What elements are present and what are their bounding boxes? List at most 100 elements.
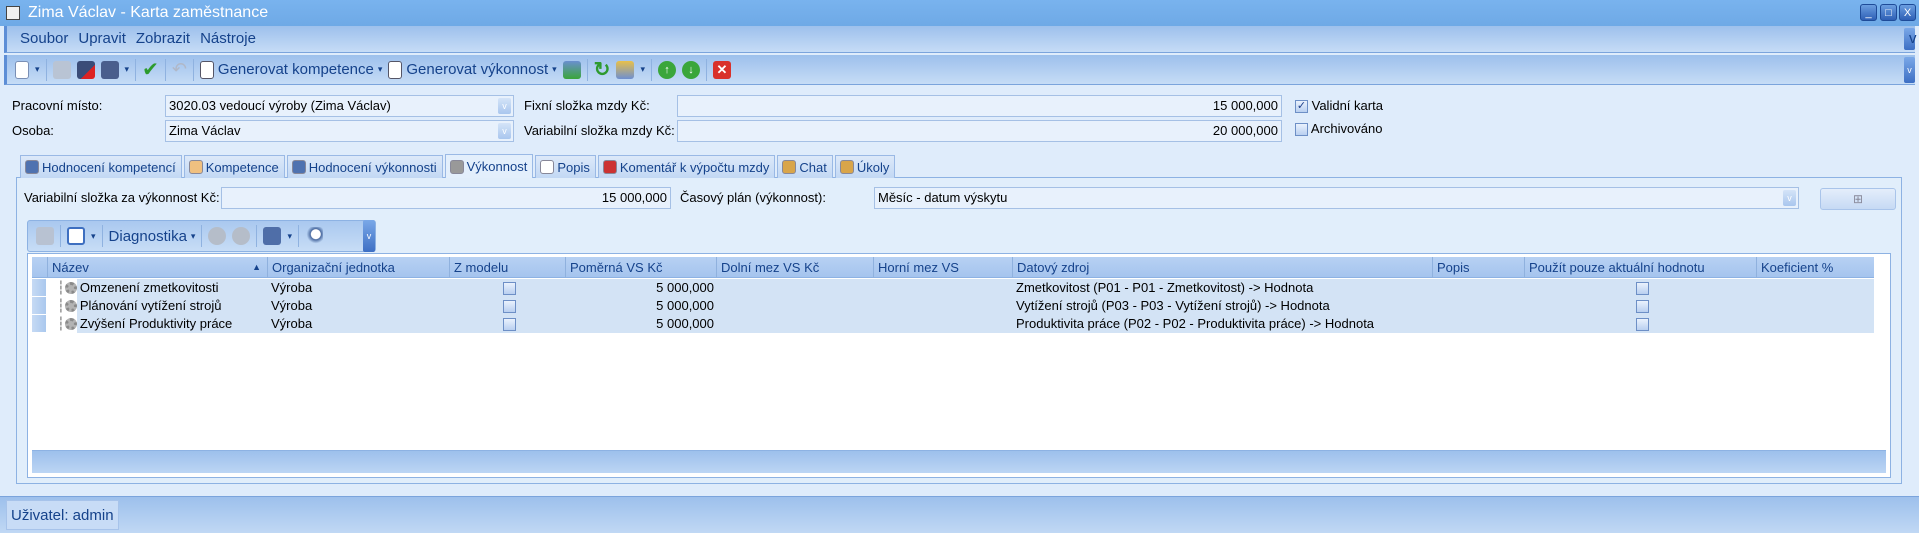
toolbar-overflow-button[interactable]: v [1904, 57, 1915, 83]
arrow-down-icon[interactable] [232, 227, 251, 245]
checkbox-icon[interactable] [502, 282, 516, 296]
time-plan-label: Časový plán (výkonnost): [680, 190, 826, 205]
list-icon [199, 60, 214, 79]
column-header[interactable]: Použít pouze aktuální hodnotu [1524, 257, 1756, 278]
column-header[interactable]: Organizační jednotka [267, 257, 449, 278]
tree-line: ┆ [57, 316, 65, 331]
header-row-selector [32, 257, 47, 278]
valid-card-checkbox[interactable]: ✓ Validní karta [1295, 95, 1383, 117]
tab-1[interactable]: Kompetence [183, 155, 285, 178]
tree-view-button[interactable]: ⊞ [1820, 188, 1896, 210]
generate-competence-button[interactable]: Generovat kompetence ▾ [199, 60, 382, 79]
print-icon[interactable] [263, 227, 282, 245]
tab-4[interactable]: Popis [535, 155, 596, 178]
column-header[interactable]: Popis [1432, 257, 1524, 278]
grid-icon[interactable] [36, 227, 54, 245]
menu-zobrazit[interactable]: Zobrazit [131, 26, 195, 52]
hand-icon [188, 160, 203, 174]
new-icon[interactable] [15, 60, 29, 79]
time-plan-combo[interactable]: Měsíc - datum výskytu v [874, 187, 1799, 209]
checkbox-icon[interactable] [1635, 282, 1649, 296]
cell-current_only [1524, 315, 1756, 333]
cell-from_model [449, 279, 565, 297]
diagnostics-button[interactable]: Diagnostika ▾ [109, 228, 196, 245]
tab-6[interactable]: Chat [777, 155, 833, 178]
checkbox-icon[interactable] [1635, 300, 1649, 314]
menu-nastroje[interactable]: Nástroje [195, 26, 261, 52]
table-row[interactable]: ┆ Zvýšení Produktivity práce Výroba 5 000,0… [32, 315, 1874, 333]
checkbox-icon[interactable] [502, 300, 516, 314]
column-header[interactable]: Poměrná VS Kč [565, 257, 716, 278]
column-header[interactable]: Horní mez VS [873, 257, 1012, 278]
menu-upravit[interactable]: Upravit [73, 26, 131, 52]
checkbox-icon[interactable] [502, 318, 516, 332]
tab-5[interactable]: Komentář k výpočtu mzdy [597, 155, 776, 178]
tab-7[interactable]: Úkoly [834, 155, 896, 178]
table-row[interactable]: ┆ Plánování vytížení strojů Výroba 5 000,00… [32, 297, 1874, 315]
column-header[interactable]: Dolní mez VS Kč [716, 257, 873, 278]
cell-unit: Výroba [271, 316, 313, 331]
minimize-button[interactable]: _ [1860, 4, 1877, 21]
copy-icon[interactable] [100, 60, 119, 79]
person-combo[interactable]: Zima Václav v [165, 120, 514, 142]
status-user: Uživatel: admin [6, 500, 119, 530]
column-header[interactable]: Z modelu [449, 257, 565, 278]
arrow-up-icon[interactable]: ↑ [657, 60, 676, 79]
new-dropdown[interactable]: ▾ [35, 64, 40, 75]
work-position-combo[interactable]: 3020.03 vedoucí výroby (Zima Václav) v [165, 95, 514, 117]
generate-performance-button[interactable]: Generovat výkonnost ▾ [388, 60, 557, 79]
checkmark-icon[interactable]: ✔ [142, 57, 159, 82]
cell-proportional: 5 000,000 [656, 280, 714, 295]
table-row[interactable]: ┆ Omzenení zmetkovitosti Výroba 5 000,000 Zm… [32, 279, 1874, 297]
undo-icon[interactable]: ↶ [172, 59, 187, 80]
column-header[interactable]: Koeficient % [1756, 257, 1874, 278]
main-toolbar: ▾ ▾ ✔ ↶ Generovat kompetence ▾ Generovat … [4, 55, 1915, 85]
note-icon [782, 160, 797, 174]
row-selector[interactable] [32, 297, 47, 315]
maximize-button[interactable]: □ [1880, 4, 1897, 21]
cell-unit: Výroba [271, 298, 313, 313]
layout-icon[interactable] [67, 227, 85, 245]
cell-current_only [1524, 297, 1756, 315]
calculator-icon[interactable] [562, 60, 581, 79]
arrow-up-icon[interactable] [208, 227, 227, 245]
close-button[interactable]: X [1899, 4, 1916, 21]
checkbox-icon[interactable] [1635, 318, 1649, 332]
row-selector[interactable] [32, 279, 47, 297]
menu-overflow-button[interactable]: v [1904, 28, 1917, 50]
fixed-wage-label: Fixní složka mzdy Kč: [524, 98, 650, 113]
cancel-icon[interactable]: ✕ [712, 60, 731, 79]
title-bar: Zima Václav - Karta zaměstnance _ □ X [0, 0, 1919, 26]
chevron-down-icon[interactable]: v [1783, 190, 1796, 206]
save-icon[interactable] [52, 60, 71, 79]
tab-3[interactable]: Výkonnost [444, 154, 534, 178]
variable-wage-input[interactable]: 20 000,000 [677, 120, 1282, 142]
cell-coef [1756, 297, 1874, 315]
chevron-down-icon[interactable]: v [498, 123, 511, 139]
column-header[interactable]: Datový zdroj [1012, 257, 1432, 278]
grid-toolbar-overflow[interactable]: v [363, 220, 375, 252]
work-position-label: Pracovní místo: [12, 98, 103, 113]
tab-2[interactable]: Hodnocení výkonnosti [286, 155, 443, 178]
arrow-down-icon[interactable]: ↓ [681, 60, 700, 79]
cell-source: Zmetkovitost (P01 - P01 - Zmetkovitost) … [1016, 280, 1314, 295]
menu-soubor[interactable]: Soubor [15, 26, 73, 52]
performance-variable-input[interactable]: 15 000,000 [221, 187, 671, 209]
archived-checkbox[interactable]: Archivováno [1295, 118, 1382, 140]
cell-lower [716, 279, 873, 297]
tab-0[interactable]: Hodnocení kompetencí [20, 155, 182, 178]
evaluation-icon [25, 160, 39, 174]
search-icon[interactable] [304, 227, 323, 245]
delete-save-icon[interactable] [76, 60, 95, 79]
fixed-wage-input[interactable]: 15 000,000 [677, 95, 1282, 117]
row-selector[interactable] [32, 315, 47, 333]
clipboard-icon[interactable] [616, 60, 635, 79]
gear-icon [449, 159, 464, 174]
column-header[interactable]: Název ▲ [47, 257, 267, 278]
gear-icon [64, 282, 77, 294]
chevron-down-icon[interactable]: v [498, 98, 511, 114]
chart-icon [602, 160, 617, 174]
cell-upper [873, 279, 1012, 297]
cell-name: ┆ Omzenení zmetkovitosti [47, 279, 267, 297]
refresh-icon[interactable]: ↻ [594, 57, 611, 82]
